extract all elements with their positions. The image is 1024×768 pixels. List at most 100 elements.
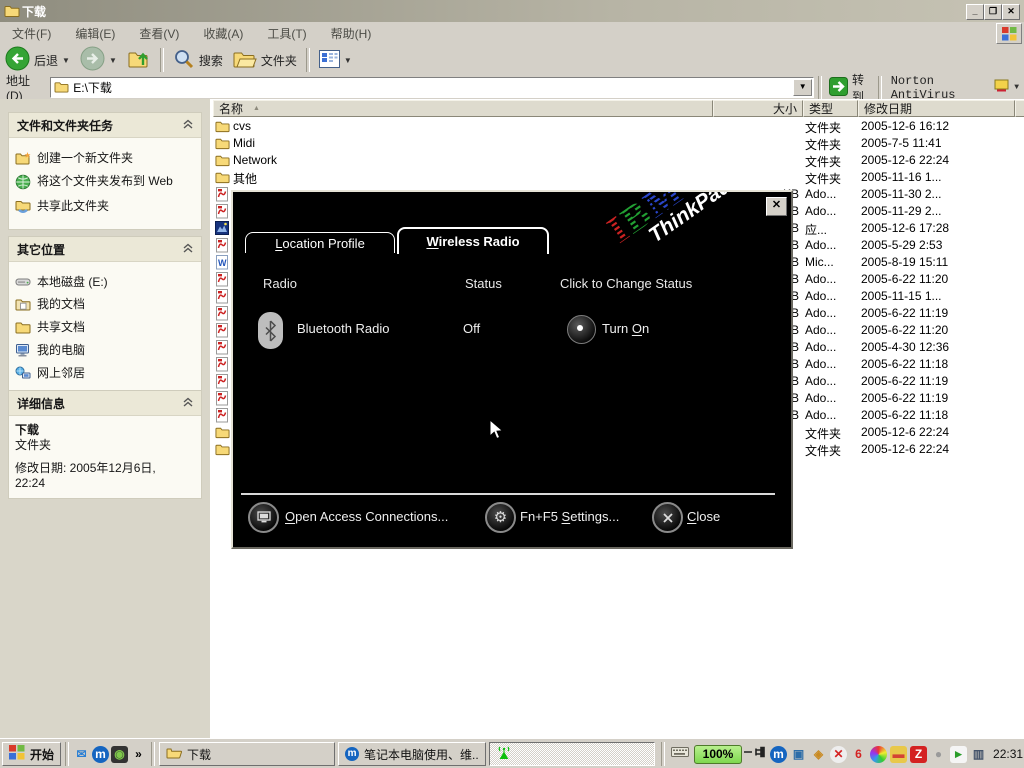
views-button[interactable]: ▼ — [314, 48, 357, 73]
file-name[interactable]: cvs — [233, 119, 251, 133]
tray-colorwheel-icon[interactable] — [870, 746, 887, 763]
file-name[interactable]: Network — [233, 153, 277, 167]
sidebar-item[interactable]: 创建一个新文件夹 — [15, 151, 195, 168]
tray-disc-icon[interactable]: ● — [930, 746, 947, 763]
radio-column-header: Radio — [263, 276, 297, 291]
collapse-chevron-icon[interactable] — [183, 118, 193, 132]
overflow-chevron[interactable]: » — [130, 746, 147, 763]
file-row[interactable]: Network文件夹2005-12-6 22:24 — [213, 152, 1024, 169]
turn-on-label[interactable]: Turn On — [602, 321, 649, 336]
folders-button[interactable]: 文件夹 — [228, 47, 302, 74]
tray-display-icon[interactable]: ▥ — [970, 746, 987, 763]
tray-network-icon[interactable]: ▣ — [790, 746, 807, 763]
file-row[interactable]: Midi文件夹2005-7-5 11:41 — [213, 135, 1024, 152]
tab-wireless-radio[interactable]: Wireless Radio — [397, 227, 549, 254]
restore-button[interactable]: ❐ — [984, 4, 1002, 20]
details-header[interactable]: 详细信息 — [9, 391, 201, 416]
forward-button[interactable]: ▼ — [75, 44, 122, 76]
menu-item[interactable]: 帮助(H) — [319, 22, 384, 45]
views-caret-icon[interactable]: ▼ — [344, 56, 352, 65]
my-documents-icon — [15, 297, 31, 314]
menu-item[interactable]: 收藏(A) — [191, 22, 255, 45]
start-label: 开始 — [30, 746, 54, 763]
dialog-close-button[interactable]: ✕ — [766, 197, 787, 216]
outlook-express-icon[interactable]: ✉ — [73, 746, 90, 763]
disk-icon — [15, 275, 31, 291]
menu-item[interactable]: 编辑(E) — [63, 22, 127, 45]
radio-name: Bluetooth Radio — [297, 321, 390, 336]
file-type: 文件夹 — [805, 119, 857, 136]
tray-player-icon[interactable]: ► — [950, 746, 967, 763]
up-button[interactable] — [122, 45, 156, 76]
fn-f5-settings-button[interactable]: ⚙ — [485, 502, 516, 533]
acdsee-icon[interactable]: ◉ — [111, 746, 128, 763]
fn-f5-settings-label[interactable]: Fn+F5 Settings... — [520, 509, 619, 524]
norton-caret-icon[interactable]: ▼ — [1014, 83, 1019, 92]
sidebar-item[interactable]: 我的文档 — [15, 297, 195, 314]
column-header-type[interactable]: 类型 — [803, 100, 858, 117]
column-header-date[interactable]: 修改日期 — [858, 100, 1015, 117]
start-button[interactable]: 开始 — [2, 742, 61, 766]
tray-viewer-icon[interactable]: ◈ — [810, 746, 827, 763]
open-access-connections-label[interactable]: Open Access Connections... — [285, 509, 448, 524]
menu-item[interactable]: 工具(T) — [255, 22, 318, 45]
forward-caret-icon[interactable]: ▼ — [109, 56, 117, 65]
gear-icon: ⚙ — [494, 510, 507, 525]
dialog-close-action-text: Close — [687, 509, 720, 524]
sidebar-item[interactable]: 网上邻居 — [15, 366, 195, 383]
file-row[interactable]: cvs文件夹2005-12-6 16:12 — [213, 118, 1024, 135]
address-bar: 地址(D) E:\下载 ▼ 转到 Norton AntiVirus ▼ — [0, 76, 1024, 101]
wireless-radio-dialog: IBM ThinkPad ✕ Location Profile Wireless… — [231, 190, 793, 549]
battery-indicator[interactable]: 100% — [694, 745, 742, 764]
file-type: Ado... — [805, 391, 857, 405]
taskbar-button-browser[interactable]: m 笔记本电脑使用、维... — [338, 742, 486, 766]
other-places-header[interactable]: 其它位置 — [9, 237, 201, 262]
tray-lightning-icon[interactable]: Z — [910, 746, 927, 763]
monitor-icon — [257, 511, 271, 524]
file-type: Ado... — [805, 340, 857, 354]
file-name[interactable]: 其他 — [233, 170, 257, 187]
address-dropdown-icon[interactable]: ▼ — [793, 79, 812, 96]
file-tasks-header[interactable]: 文件和文件夹任务 — [9, 113, 201, 138]
clock[interactable]: 22:31 — [993, 747, 1023, 761]
open-access-connections-button[interactable] — [248, 502, 279, 533]
turn-on-button[interactable] — [567, 315, 596, 344]
dialog-close-action-label[interactable]: Close — [687, 509, 720, 524]
tray-mute-icon[interactable]: ✕ — [830, 746, 847, 763]
menu-item[interactable]: 文件(F) — [0, 22, 63, 45]
sidebar-item-label: 本地磁盘 (E:) — [37, 275, 108, 289]
menu-item[interactable]: 查看(V) — [127, 22, 191, 45]
tray-card-icon[interactable]: ▬ — [890, 746, 907, 763]
sidebar-item[interactable]: 本地磁盘 (E:) — [15, 275, 195, 291]
dialog-close-action-button[interactable] — [652, 502, 683, 533]
sidebar-item[interactable]: 共享此文件夹 — [15, 199, 195, 216]
file-name[interactable]: Midi — [233, 136, 255, 150]
sidebar-item[interactable]: 将这个文件夹发布到 Web — [15, 174, 195, 193]
address-input[interactable]: E:\下载 ▼ — [50, 77, 814, 98]
tray-maxthon-icon[interactable]: m — [770, 746, 787, 763]
back-caret-icon[interactable]: ▼ — [62, 56, 70, 65]
keyboard-tray-icon[interactable] — [671, 745, 689, 763]
file-date: 2005-6-22 11:20 — [861, 323, 948, 337]
sidebar-item-label: 我的电脑 — [37, 343, 85, 357]
taskbar-button-download[interactable]: 下载 — [159, 742, 335, 766]
column-date-label: 修改日期 — [864, 100, 912, 117]
column-header-size[interactable]: 大小 — [713, 100, 803, 117]
tray-red6-icon[interactable]: 6 — [850, 746, 867, 763]
file-date: 2005-11-30 2... — [861, 187, 942, 201]
sidebar-item[interactable]: 共享文档 — [15, 320, 195, 337]
sidebar-item[interactable]: 我的电脑 — [15, 343, 195, 360]
file-row[interactable]: 其他文件夹2005-11-16 1... — [213, 169, 1024, 186]
close-button[interactable]: ✕ — [1002, 4, 1020, 20]
collapse-chevron-icon[interactable] — [183, 242, 193, 256]
my-computer-icon — [15, 343, 31, 360]
tab-location-profile[interactable]: Location Profile — [245, 232, 395, 253]
collapse-chevron-icon[interactable] — [183, 396, 193, 410]
maxthon-icon[interactable]: m — [92, 746, 109, 763]
taskbar-button-wireless[interactable] — [489, 742, 655, 766]
app-icon — [215, 221, 229, 238]
minimize-button[interactable]: _ — [966, 4, 984, 20]
ac-plug-icon — [744, 745, 766, 764]
column-header-name[interactable]: 名称 ▲ — [213, 100, 713, 117]
search-button[interactable]: 搜索 — [168, 46, 228, 75]
